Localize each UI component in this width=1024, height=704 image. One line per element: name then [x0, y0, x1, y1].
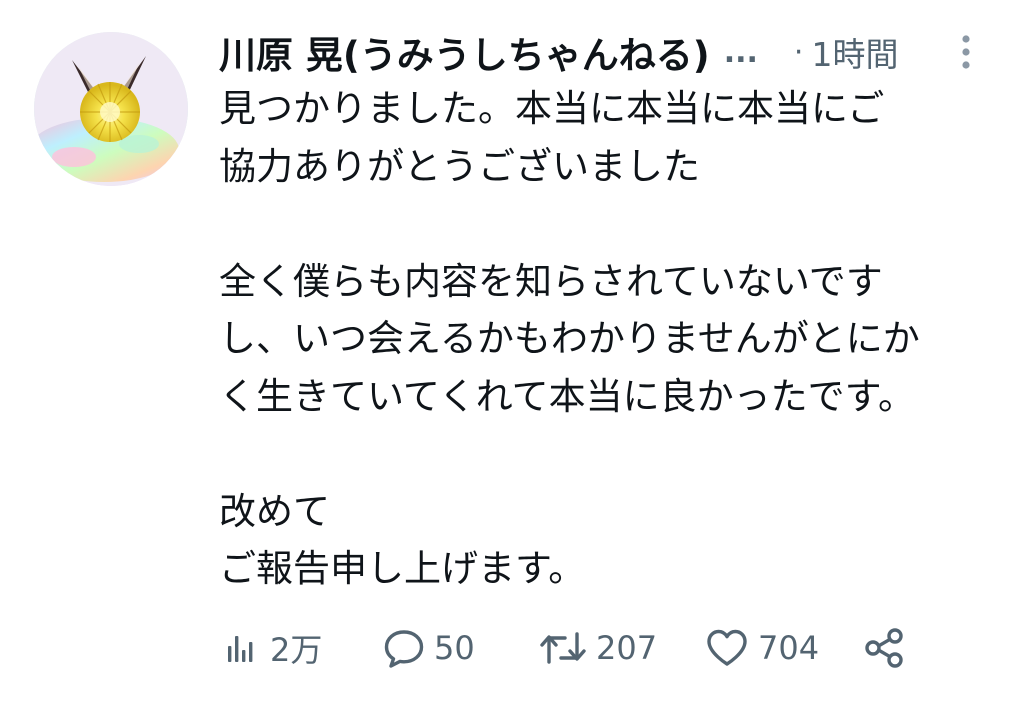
action-bar: 2万 50 207 704	[0, 618, 1024, 678]
tweet-body-line: 改めて	[219, 489, 330, 533]
like-button[interactable]: 704	[704, 618, 819, 678]
retweet-count: 207	[596, 629, 658, 667]
more-options-button[interactable]	[950, 30, 982, 74]
timestamp[interactable]: 1時間	[811, 28, 898, 76]
display-name[interactable]: 川原 晃(うみうしちゃんねる)	[219, 25, 710, 79]
avatar-image	[34, 32, 188, 186]
tweet-header: 川原 晃(うみうしちゃんねる) ... · 1時間	[219, 26, 999, 78]
tweet[interactable]: 川原 晃(うみうしちゃんねる) ... · 1時間 見つかりました。本当に本当に…	[0, 0, 1024, 704]
tweet-body-line: 見つかりました。本当に本当に本当にご	[219, 87, 885, 130]
tweet-body-line	[219, 425, 1009, 483]
reply-button[interactable]: 50	[382, 618, 475, 678]
share-button[interactable]	[862, 618, 908, 678]
heart-icon	[707, 629, 747, 666]
tweet-body-line: 協力ありがとうございました	[219, 144, 700, 188]
avatar[interactable]	[34, 32, 188, 186]
analytics-icon	[228, 636, 253, 662]
retweet-icon	[540, 632, 586, 664]
more-vertical-icon	[962, 35, 970, 69]
like-count: 704	[758, 629, 820, 667]
tweet-body-line: く生きていてくれて本当に良かったです。	[219, 374, 915, 418]
share-icon	[865, 628, 903, 668]
reply-bubble-icon	[384, 630, 424, 668]
name-overflow-ellipsis: ...	[723, 34, 758, 70]
tweet-body-line: し、いつ会えるかもわかりませんがとにか	[219, 317, 920, 360]
retweet-button[interactable]: 207	[538, 618, 657, 678]
tweet-body: 見つかりました。本当に本当に本当にご 協力ありがとうございました 全く僕らも内容…	[219, 80, 1009, 598]
views-count: 2万	[270, 631, 323, 669]
views-button[interactable]: 2万	[222, 618, 322, 678]
reply-count: 50	[434, 629, 475, 667]
tweet-body-line	[219, 195, 1009, 253]
separator-dot: ·	[793, 34, 804, 70]
tweet-body-line: 全く僕らも内容を知らされていないです	[219, 259, 883, 303]
tweet-body-line: ご報告申し上げます。	[219, 547, 586, 590]
